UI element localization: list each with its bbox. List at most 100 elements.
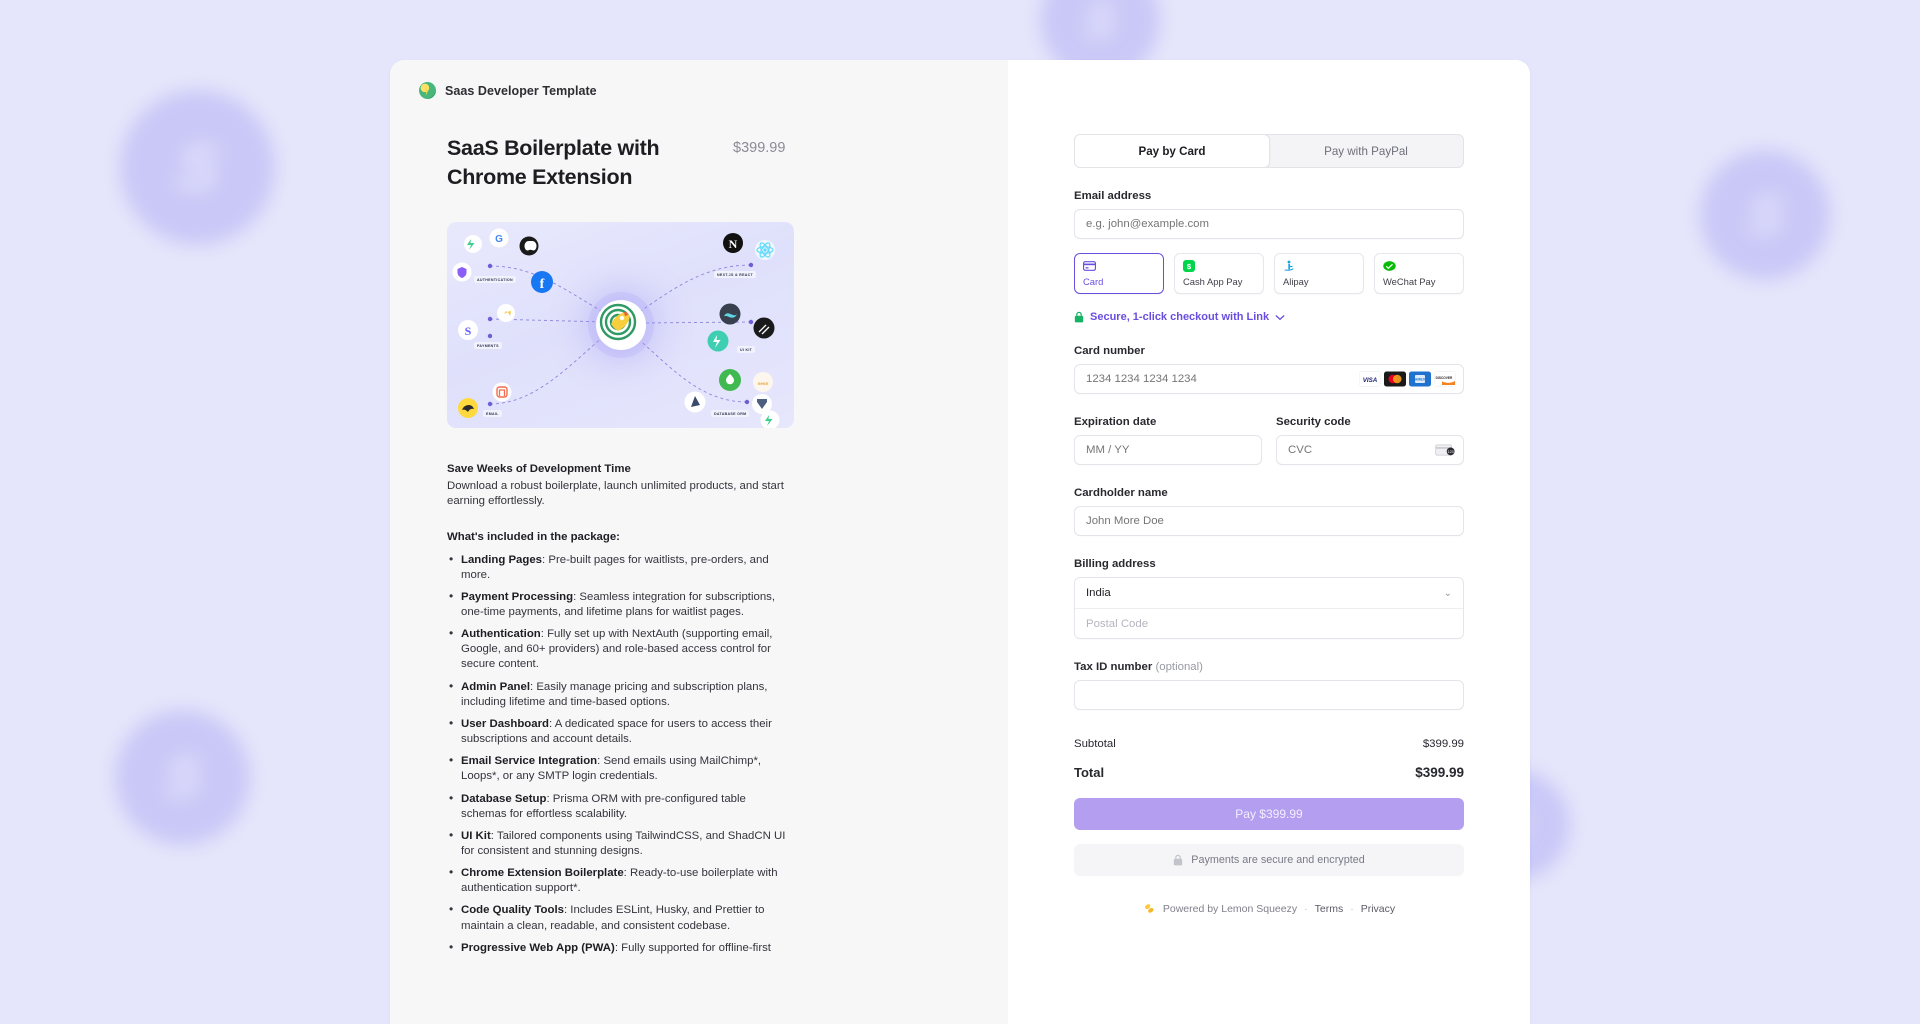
svg-text:neon: neon — [758, 381, 769, 386]
email-label: Email address — [1074, 190, 1464, 202]
tab-pay-with-paypal[interactable]: Pay with PayPal — [1269, 135, 1463, 167]
discover-icon: DISCOVER — [1434, 372, 1456, 387]
payment-footer: Powered by Lemon Squeezy · Terms · Priva… — [1074, 902, 1464, 915]
method-cash-app-pay[interactable]: $ Cash App Pay — [1174, 253, 1264, 294]
product-description: Save Weeks of Development Time Download … — [447, 463, 792, 956]
payment-method-chips: Card $ Cash App Pay Alipay WeChat Pay — [1074, 253, 1464, 294]
subtotal-label: Subtotal — [1074, 738, 1116, 750]
feature-item-name: Landing Pages — [461, 554, 542, 566]
feature-item-name: Admin Panel — [461, 681, 530, 693]
feature-item: User Dashboard: A dedicated space for us… — [447, 717, 792, 747]
section-heading: Save Weeks of Development Time — [447, 463, 792, 475]
country-select[interactable]: India ⌄ — [1075, 578, 1463, 608]
hero-label-database-orm: DATABASE ORM — [711, 410, 749, 417]
svg-text:VISA: VISA — [1363, 377, 1378, 384]
order-totals: Subtotal $399.99 Total $399.99 — [1074, 738, 1464, 780]
billing-address-group: India ⌄ Postal Code — [1074, 577, 1464, 639]
feature-item-name: Chrome Extension Boilerplate — [461, 867, 624, 879]
card-brand-icons: VISA AMEX DISCOVER — [1359, 372, 1456, 387]
pay-button[interactable]: Pay $399.99 — [1074, 798, 1464, 830]
product-title: SaaS Boilerplate with Chrome Extension — [447, 134, 719, 191]
tax-id-label: Tax ID number (optional) — [1074, 661, 1464, 673]
expiration-input[interactable] — [1074, 435, 1262, 465]
feature-item-desc: : Fully supported for offline-first — [615, 942, 771, 954]
hero-label-email: EMAIL — [483, 410, 502, 417]
credit-card-icon — [1083, 259, 1155, 272]
card-number-label: Card number — [1074, 345, 1464, 357]
total-value: $399.99 — [1415, 765, 1464, 780]
feature-item: Chrome Extension Boilerplate: Ready-to-u… — [447, 866, 792, 896]
hero-label-payments: PAYMENTS — [474, 342, 502, 349]
method-card[interactable]: Card — [1074, 253, 1164, 294]
hero-core-rocket-icon — [596, 300, 646, 350]
payment-method-tabs: Pay by Card Pay with PayPal — [1074, 134, 1464, 168]
feature-item-name: Authentication — [461, 628, 541, 640]
hero-label-ui-kit: UI KIT — [737, 346, 755, 353]
svg-text:123: 123 — [1448, 450, 1454, 454]
section-body: Download a robust boilerplate, launch un… — [447, 479, 792, 509]
postal-code-row[interactable]: Postal Code — [1075, 608, 1463, 638]
total-row: Total $399.99 — [1074, 765, 1464, 780]
decorative-s-circle: S — [115, 710, 250, 845]
method-cash-app-pay-label: Cash App Pay — [1183, 276, 1255, 287]
svg-text:S: S — [465, 324, 472, 338]
tax-id-optional-text: (optional) — [1155, 661, 1203, 673]
lock-icon — [1173, 854, 1183, 866]
svg-text:G: G — [495, 234, 503, 245]
feature-item-name: User Dashboard — [461, 718, 549, 730]
secure-payments-note: Payments are secure and encrypted — [1074, 844, 1464, 876]
subtotal-row: Subtotal $399.99 — [1074, 738, 1464, 750]
product-pane: Saas Developer Template SaaS Boilerplate… — [390, 60, 1008, 1024]
feature-item-name: Progressive Web App (PWA) — [461, 942, 615, 954]
country-select-value: India — [1086, 587, 1111, 599]
feature-item-name: Code Quality Tools — [461, 904, 564, 916]
feature-item: Email Service Integration: Send emails u… — [447, 754, 792, 784]
subtotal-value: $399.99 — [1423, 738, 1464, 750]
svg-text:N: N — [729, 237, 738, 251]
cardholder-label: Cardholder name — [1074, 487, 1464, 499]
brand-header: Saas Developer Template — [390, 60, 1008, 99]
tax-id-input[interactable] — [1074, 680, 1464, 710]
feature-item-name: Database Setup — [461, 793, 546, 805]
terms-link[interactable]: Terms — [1315, 903, 1344, 915]
method-alipay[interactable]: Alipay — [1274, 253, 1364, 294]
email-input[interactable] — [1074, 209, 1464, 239]
payment-pane: Pay by Card Pay with PayPal Email addres… — [1008, 60, 1530, 1024]
lemon-squeezy-icon — [1143, 902, 1156, 915]
svg-text:DISCOVER: DISCOVER — [1436, 376, 1453, 380]
cash-app-icon: $ — [1183, 259, 1255, 272]
checkout-container: Saas Developer Template SaaS Boilerplate… — [390, 60, 1530, 1024]
visa-icon: VISA — [1359, 372, 1381, 387]
feature-item-name: Email Service Integration — [461, 755, 597, 767]
method-wechat-pay[interactable]: WeChat Pay — [1374, 253, 1464, 294]
mastercard-icon — [1384, 372, 1406, 387]
hero-icon-cluster-right: N — [685, 233, 780, 428]
svg-text:$: $ — [1187, 262, 1192, 271]
billing-address-label: Billing address — [1074, 558, 1464, 570]
powered-by-label: Powered by Lemon Squeezy — [1163, 903, 1297, 915]
method-card-label: Card — [1083, 276, 1155, 287]
privacy-link[interactable]: Privacy — [1361, 903, 1395, 915]
list-heading: What's included in the package: — [447, 531, 792, 543]
hero-label-nextjs-react: NEXT.JS & REACT — [714, 271, 756, 278]
chevron-down-icon: ⌄ — [1444, 588, 1452, 599]
product-price: $399.99 — [733, 140, 785, 156]
feature-item: Payment Processing: Seamless integration… — [447, 590, 792, 620]
svg-text:f: f — [540, 277, 545, 292]
feature-item: Database Setup: Prisma ORM with pre-conf… — [447, 792, 792, 822]
link-checkout-promo[interactable]: Secure, 1-click checkout with Link — [1074, 311, 1464, 323]
decorative-s-circle: S — [120, 90, 275, 245]
brand-name: Saas Developer Template — [445, 84, 597, 98]
tab-pay-by-card[interactable]: Pay by Card — [1074, 134, 1270, 168]
green-lock-icon — [1074, 311, 1084, 323]
feature-item-name: Payment Processing — [461, 591, 573, 603]
feature-item: UI Kit: Tailored components using Tailwi… — [447, 829, 792, 859]
feature-item: Progressive Web App (PWA): Fully support… — [447, 941, 792, 956]
lemon-rocket-logo-icon — [419, 82, 436, 99]
svg-text:AMEX: AMEX — [1415, 378, 1426, 382]
feature-item: Authentication: Fully set up with NextAu… — [447, 627, 792, 672]
feature-item: Code Quality Tools: Includes ESLint, Hus… — [447, 903, 792, 933]
feature-item: Landing Pages: Pre-built pages for waitl… — [447, 553, 792, 583]
cardholder-input[interactable] — [1074, 506, 1464, 536]
footer-separator-2: · — [1350, 903, 1354, 915]
